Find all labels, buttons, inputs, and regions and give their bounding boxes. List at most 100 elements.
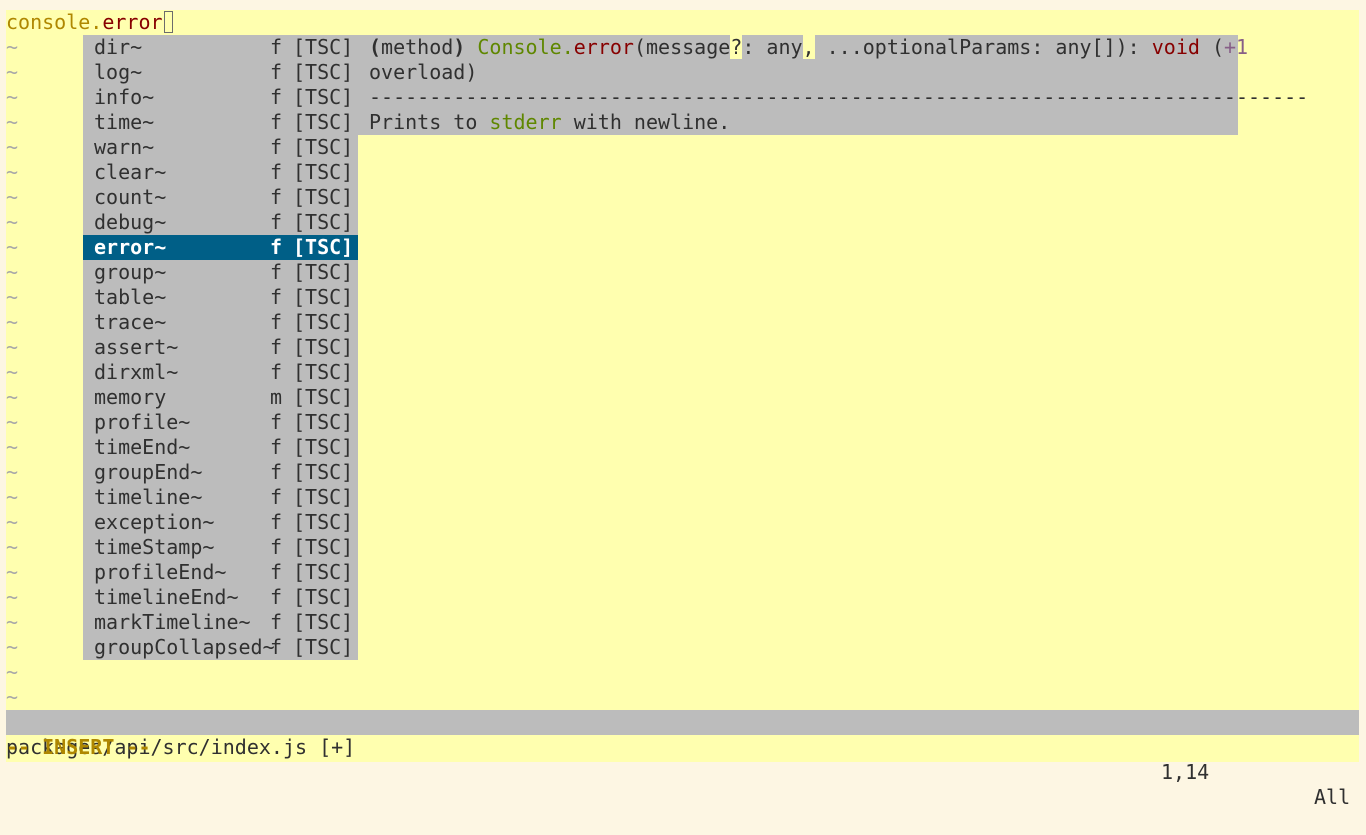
completion-item-source: [TSC] <box>293 235 354 259</box>
completion-item[interactable]: memory m [TSC] <box>83 385 358 410</box>
completion-item[interactable]: dirxml~ f [TSC] <box>83 360 358 385</box>
empty-line-tilde: ~ <box>6 235 19 259</box>
empty-line-tilde: ~ <box>6 685 19 709</box>
completion-item[interactable]: exception~ f [TSC] <box>83 510 358 535</box>
completion-item-source: [TSC] <box>293 485 354 509</box>
completion-item[interactable]: assert~ f [TSC] <box>83 335 358 360</box>
preview-overload-count: +1 <box>1224 35 1249 59</box>
buffer-line-1[interactable]: console.error <box>6 10 173 35</box>
completion-item-word: exception~ <box>94 510 215 534</box>
completion-item[interactable]: info~ f [TSC] <box>83 85 358 110</box>
empty-line-tilde: ~ <box>6 460 19 484</box>
completion-item-source: [TSC] <box>293 585 354 609</box>
empty-line-tilde: ~ <box>6 85 19 109</box>
preview-signature-rest: ...optionalParams: any[]): <box>814 35 1152 59</box>
completion-item-word: warn~ <box>94 135 155 159</box>
completion-item[interactable]: groupEnd~ f [TSC] <box>83 460 358 485</box>
completion-item-word: dirxml~ <box>94 360 179 384</box>
completion-item-word: trace~ <box>94 310 167 334</box>
completion-item-word: timeEnd~ <box>94 435 191 459</box>
preview-doc-prefix: Prints to <box>369 110 490 134</box>
completion-item-word: debug~ <box>94 210 167 234</box>
preview-function-name: error <box>573 35 634 59</box>
completion-item[interactable]: trace~ f [TSC] <box>83 310 358 335</box>
empty-line-tilde: ~ <box>6 60 19 84</box>
empty-line-tilde: ~ <box>6 185 19 209</box>
completion-item-kind: f <box>270 235 283 259</box>
completion-item[interactable]: timeEnd~ f [TSC] <box>83 435 358 460</box>
completion-item-source: [TSC] <box>293 435 354 459</box>
completion-item[interactable]: debug~ f [TSC] <box>83 210 358 235</box>
completion-item-word: groupCollapsed~ <box>94 635 275 659</box>
empty-line-tilde: ~ <box>6 435 19 459</box>
completion-item-kind: f <box>270 210 283 234</box>
empty-line-tilde: ~ <box>6 35 19 59</box>
completion-item-source: [TSC] <box>293 160 354 184</box>
code-dot-token: . <box>90 10 103 34</box>
completion-preview-window: (method) Console.error(message?: any, ..… <box>358 35 1308 135</box>
completion-item-word: memory <box>94 385 167 409</box>
empty-line-tilde: ~ <box>6 410 19 434</box>
completion-item[interactable]: count~ f [TSC] <box>83 185 358 210</box>
completion-item[interactable]: groupCollapsed~ f [TSC] <box>83 635 358 660</box>
completion-item-source: [TSC] <box>293 610 354 634</box>
completion-item[interactable]: timelineEnd~ f [TSC] <box>83 585 358 610</box>
completion-item-kind: f <box>270 185 283 209</box>
completion-item[interactable]: dir~ f [TSC] <box>83 35 358 60</box>
completion-item-word: assert~ <box>94 335 179 359</box>
completion-item-kind: f <box>270 85 283 109</box>
empty-line-tilde: ~ <box>6 660 19 684</box>
completion-item-kind: f <box>270 135 283 159</box>
completion-item-word: error~ <box>94 235 167 259</box>
empty-line-tilde: ~ <box>6 385 19 409</box>
completion-item[interactable]: profile~ f [TSC] <box>83 410 358 435</box>
empty-line-tilde: ~ <box>6 360 19 384</box>
completion-item-source: [TSC] <box>293 335 354 359</box>
completion-item-source: [TSC] <box>293 560 354 584</box>
preview-doc-suffix: with newline. <box>561 110 731 134</box>
completion-item-source: [TSC] <box>293 210 354 234</box>
empty-line-tilde: ~ <box>6 210 19 234</box>
empty-line-tilde: ~ <box>6 260 19 284</box>
completion-item-word: profileEnd~ <box>94 560 227 584</box>
completion-item[interactable]: timeline~ f [TSC] <box>83 485 358 510</box>
completion-item-kind: f <box>270 560 283 584</box>
completion-item[interactable]: timeStamp~ f [TSC] <box>83 535 358 560</box>
completion-item[interactable]: log~ f [TSC] <box>83 60 358 85</box>
completion-item[interactable]: profileEnd~ f [TSC] <box>83 560 358 585</box>
preview-optional-marker: ? <box>730 35 743 59</box>
code-object-token: console <box>6 10 91 34</box>
completion-item-word: table~ <box>94 285 167 309</box>
completion-item-kind: f <box>270 610 283 634</box>
empty-line-tilde: ~ <box>6 160 19 184</box>
completion-item-source: [TSC] <box>293 460 354 484</box>
completion-item-source: [TSC] <box>293 385 354 409</box>
completion-item[interactable]: clear~ f [TSC] <box>83 160 358 185</box>
completion-item-source: [TSC] <box>293 360 354 384</box>
preview-dot: . <box>561 35 574 59</box>
status-line: packages/api/src/index.js [+] 1,14 All <box>6 710 1359 809</box>
preview-comma: , <box>802 35 815 59</box>
completion-item[interactable]: time~ f [TSC] <box>83 110 358 135</box>
completion-item-word: profile~ <box>94 410 191 434</box>
completion-item-source: [TSC] <box>293 85 354 109</box>
completion-popup-menu[interactable]: dir~ f [TSC] log~ f [TSC] info~ f [TSC] time~ f [TS… <box>83 35 358 660</box>
completion-item-source: [TSC] <box>293 35 354 59</box>
completion-item[interactable]: group~ f [TSC] <box>83 260 358 285</box>
completion-item[interactable]: table~ f [TSC] <box>83 285 358 310</box>
completion-item-kind: f <box>270 410 283 434</box>
completion-item-source: [TSC] <box>293 410 354 434</box>
preview-method-tag: method <box>381 35 454 59</box>
completion-item-source: [TSC] <box>293 185 354 209</box>
completion-item-word: dir~ <box>94 35 143 59</box>
completion-item[interactable]: warn~ f [TSC] <box>83 135 358 160</box>
vim-editor[interactable]: console.error ~ ~ ~ ~ ~ ~ ~ ~ ~ ~ ~ ~ ~ ~ ~ ~ ~ ~ ~ ~ ~ ~ ~ ~ ~ ~… <box>6 10 1359 809</box>
completion-item-source: [TSC] <box>293 535 354 559</box>
completion-item[interactable]: markTimeline~ f [TSC] <box>83 610 358 635</box>
mode-indicator: -- INSERT -- <box>6 735 151 759</box>
completion-item-word: clear~ <box>94 160 167 184</box>
completion-item-kind: f <box>270 160 283 184</box>
completion-item-kind: f <box>270 335 283 359</box>
completion-item[interactable]: error~ f [TSC] <box>83 235 358 260</box>
empty-line-tilde: ~ <box>6 485 19 509</box>
